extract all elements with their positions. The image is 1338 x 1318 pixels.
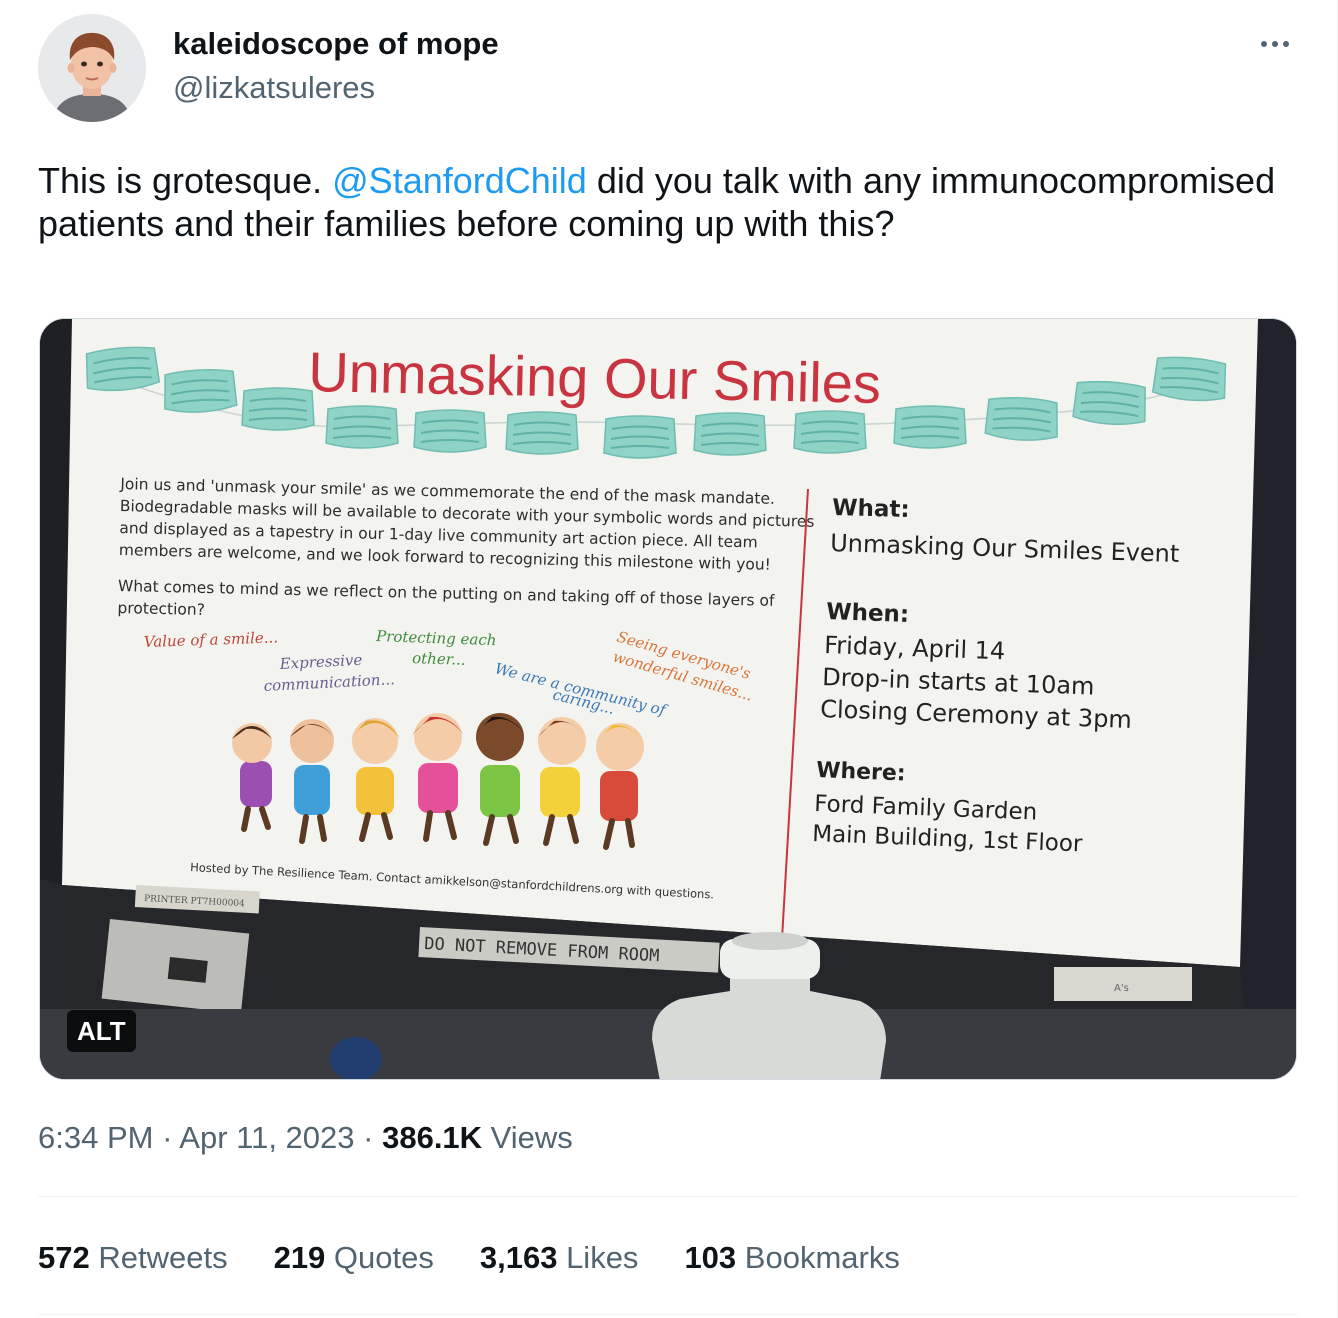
flyer-title: Unmasking Our Smiles [308,340,882,415]
tweet-photo[interactable]: Unmasking Our Smiles Join us and 'unmask… [39,318,1297,1080]
likes-stat[interactable]: 3,163 Likes [480,1240,639,1276]
views-label: Views [482,1120,573,1155]
flyer-where-label: Where: [816,758,906,786]
separator: · [153,1120,180,1155]
quotes-count: 219 [273,1240,326,1275]
tweet-meta: 6:34 PM · Apr 11, 2023 · 386.1K Views [38,1120,573,1156]
views-link[interactable]: 386.1K Views [382,1120,573,1155]
avatar[interactable] [38,14,146,122]
bookmarks-stat[interactable]: 103 Bookmarks [684,1240,899,1276]
retweets-stat[interactable]: 572 Retweets [38,1240,228,1276]
divider [38,1314,1298,1315]
tweet-text: This is grotesque. @StanfordChild did yo… [38,159,1288,245]
bookmarks-label: Bookmarks [736,1240,900,1275]
tweet-text-part: This is grotesque. [38,160,333,201]
divider [38,1196,1298,1197]
mention-link[interactable]: @StanfordChild [332,160,587,201]
dot [1272,41,1278,47]
monitor-tag-text: A's [1114,983,1129,994]
mask-icon [83,343,161,395]
retweets-label: Retweets [89,1240,228,1275]
author-handle[interactable]: @lizkatsuleres [173,70,375,106]
dot [1261,41,1267,47]
alt-text-badge[interactable]: ALT [67,1010,136,1052]
timestamp-time[interactable]: 6:34 PM [38,1120,153,1155]
quotes-label: Quotes [325,1240,434,1275]
flyer-what-label: What: [832,495,910,523]
author-display-name[interactable]: kaleidoscope of mope [173,26,499,62]
engagement-stats: 572 Retweets 219 Quotes 3,163 Likes 103 … [38,1240,900,1276]
retweets-count: 572 [38,1240,90,1275]
bookmarks-count: 103 [684,1240,737,1275]
timestamp-date[interactable]: Apr 11, 2023 [179,1120,354,1155]
flyer-photo: Unmasking Our Smiles Join us and 'unmask… [40,319,1296,1079]
likes-count: 3,163 [479,1240,558,1275]
flyer-question-line: protection? [117,599,205,619]
memoji-avatar-icon [38,14,146,122]
quotes-stat[interactable]: 219 Quotes [274,1240,434,1276]
likes-label: Likes [557,1240,639,1275]
dot [1283,41,1289,47]
flyer-phrase: other... [412,649,466,669]
separator: · [354,1120,383,1155]
views-count: 386.1K [382,1120,483,1155]
more-options-icon[interactable] [1250,22,1300,66]
tweet-card: kaleidoscope of mope @lizkatsuleres This… [0,0,1338,1318]
flyer-when-label: When: [826,599,910,628]
